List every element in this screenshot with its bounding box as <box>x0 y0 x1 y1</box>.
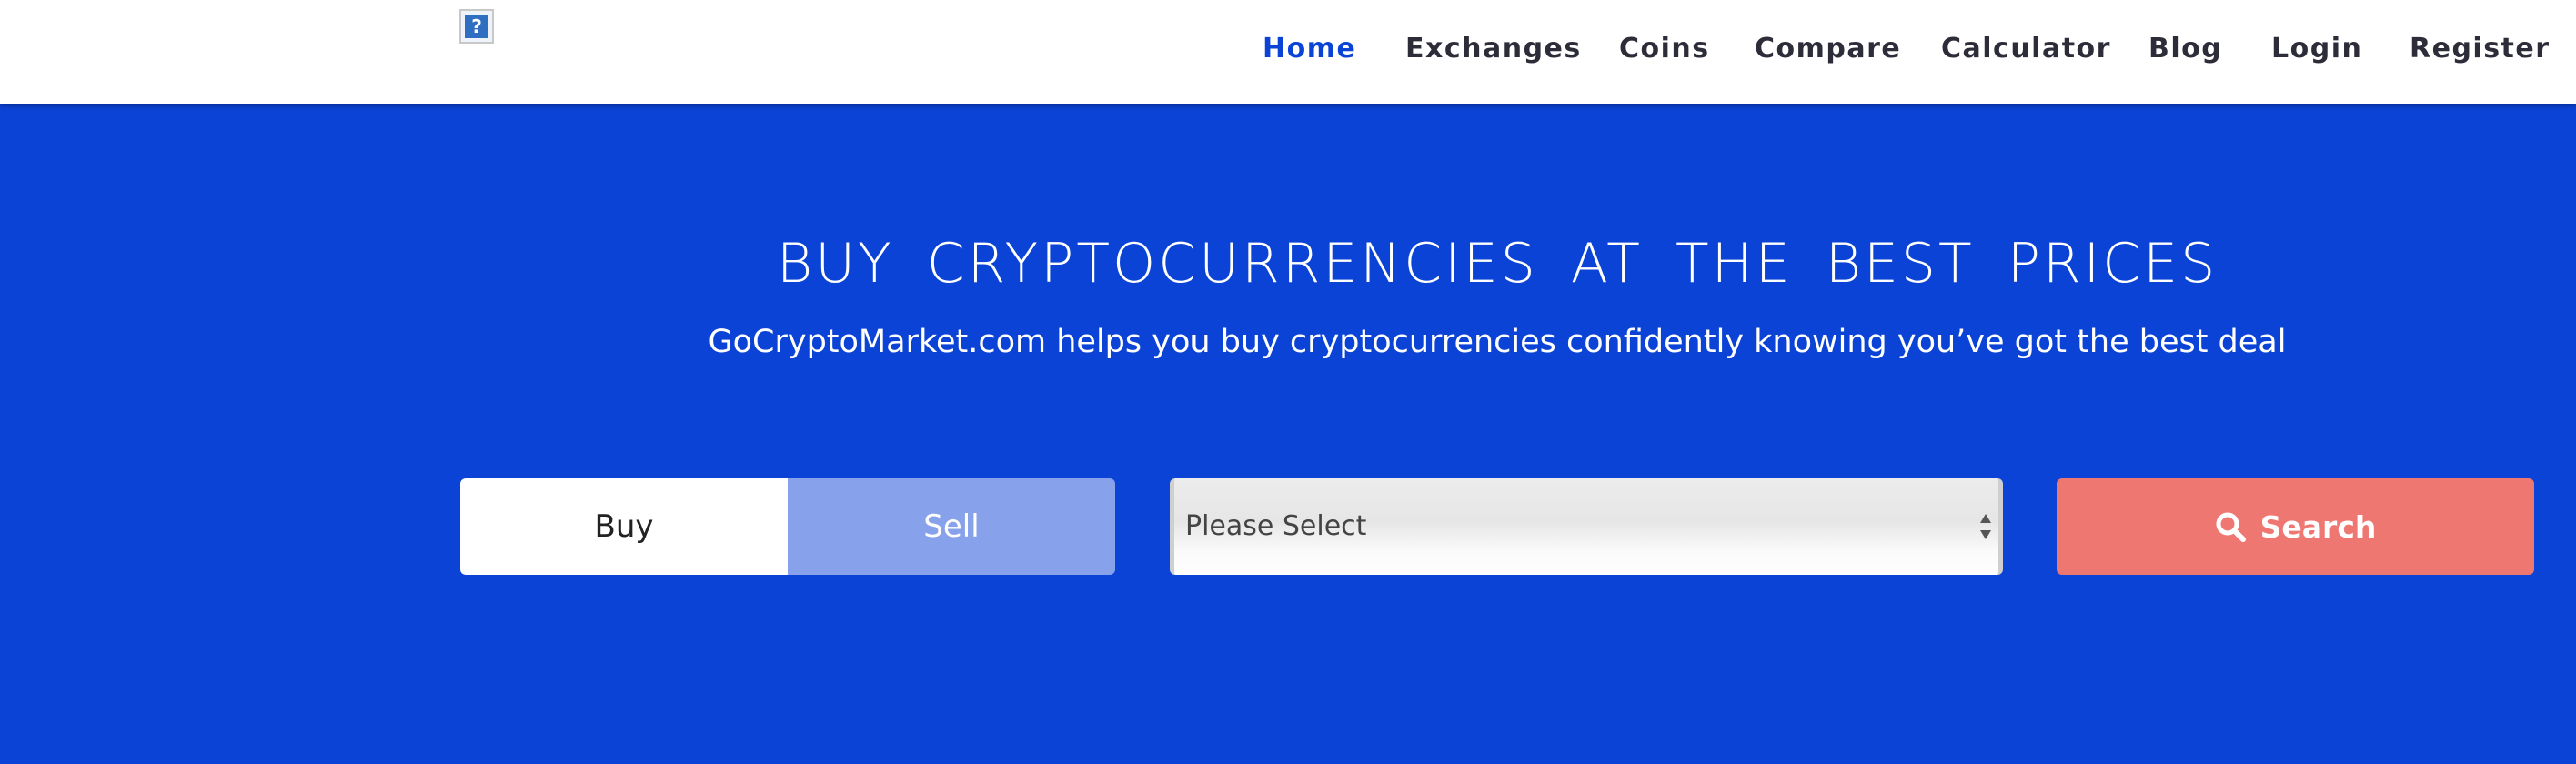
broken-image-placeholder-icon: ? <box>465 15 488 38</box>
currency-select-value: Please Select <box>1185 510 1367 542</box>
nav-item-register[interactable]: Register <box>2410 27 2551 71</box>
nav-item-blog[interactable]: Blog <box>2148 27 2222 71</box>
buy-sell-toggle: Buy Sell <box>460 478 1115 575</box>
site-logo[interactable]: ? <box>459 9 494 44</box>
search-icon <box>2215 511 2246 542</box>
search-button-label: Search <box>2259 508 2377 545</box>
buy-button[interactable]: Buy <box>460 478 788 575</box>
hero-subtitle: GoCryptoMarket.com helps you buy cryptoc… <box>708 324 2287 360</box>
hero-title: BUY CRYPTOCURRENCIES AT THE BEST PRICES <box>776 232 2219 296</box>
nav-item-coins[interactable]: Coins <box>1619 27 1710 71</box>
currency-select[interactable]: Please Select <box>1170 478 2003 575</box>
nav-item-calculator[interactable]: Calculator <box>1941 27 2111 71</box>
sell-button[interactable]: Sell <box>788 478 1115 575</box>
nav-item-exchanges[interactable]: Exchanges <box>1405 27 1582 71</box>
select-arrows-icon <box>1978 510 1993 543</box>
nav-item-home[interactable]: Home <box>1263 27 1356 71</box>
search-button[interactable]: Search <box>2057 478 2534 575</box>
nav-item-login[interactable]: Login <box>2271 27 2362 71</box>
top-navbar: ? Home Exchanges Coins Compare Calculato… <box>0 0 2576 104</box>
nav-item-compare[interactable]: Compare <box>1755 27 1901 71</box>
